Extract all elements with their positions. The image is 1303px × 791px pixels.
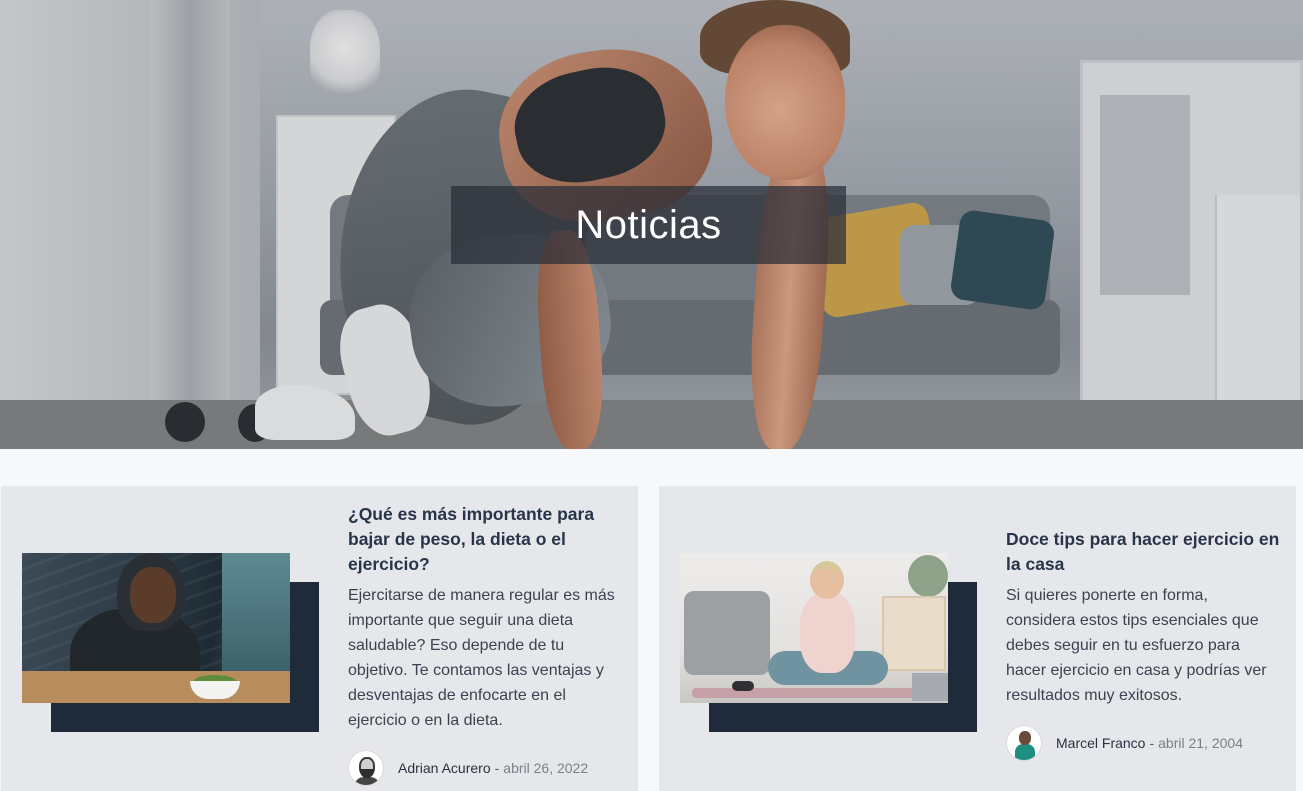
byline-separator: - [494, 760, 500, 776]
thumb-dumbbell [732, 681, 754, 691]
thumb-man-face [130, 567, 176, 623]
author-name[interactable]: Adrian Acurero [398, 760, 491, 776]
thumb-woman-head [810, 561, 844, 599]
thumb-table [22, 671, 290, 703]
avatar-shirt [1015, 744, 1035, 760]
article-title[interactable]: ¿Qué es más importante para bajar de pes… [348, 502, 623, 577]
article-byline: Adrian Acurero - abril 26, 2022 [348, 750, 588, 786]
avatar-shirt [354, 777, 380, 785]
article-thumbnail[interactable] [22, 553, 290, 703]
thumb-plant [908, 555, 948, 597]
thumb-shelf [882, 596, 946, 671]
article-text: ¿Qué es más importante para bajar de pes… [348, 502, 623, 733]
article-date: abril 26, 2022 [503, 760, 589, 776]
article-card[interactable]: ¿Qué es más importante para bajar de pes… [1, 486, 638, 791]
article-byline: Marcel Franco - abril 21, 2004 [1006, 725, 1243, 761]
hero-banner: Noticias [0, 0, 1303, 449]
hero-title-box: Noticias [451, 186, 846, 264]
thumb-yoga-mat [692, 688, 942, 698]
article-thumbnail[interactable] [680, 553, 948, 703]
thumb-woman-body [800, 593, 855, 673]
article-excerpt: Ejercitarse de manera regular es más imp… [348, 587, 615, 729]
author-name[interactable]: Marcel Franco [1056, 735, 1145, 751]
article-excerpt: Si quieres ponerte en forma, considera e… [1006, 587, 1267, 704]
article-title[interactable]: Doce tips para hacer ejercicio en la cas… [1006, 527, 1281, 577]
author-avatar[interactable] [348, 750, 384, 786]
thumb-laptop [912, 673, 948, 701]
article-thumbnail-wrapper[interactable] [680, 553, 978, 733]
byline-separator: - [1149, 735, 1155, 751]
article-text: Doce tips para hacer ejercicio en la cas… [1006, 527, 1281, 708]
article-card[interactable]: Doce tips para hacer ejercicio en la cas… [659, 486, 1296, 791]
thumb-armchair [684, 591, 770, 675]
article-date: abril 21, 2004 [1158, 735, 1243, 751]
author-avatar[interactable] [1006, 725, 1042, 761]
avatar-face [1019, 731, 1031, 745]
page-title: Noticias [575, 202, 722, 247]
article-thumbnail-wrapper[interactable] [22, 553, 320, 733]
